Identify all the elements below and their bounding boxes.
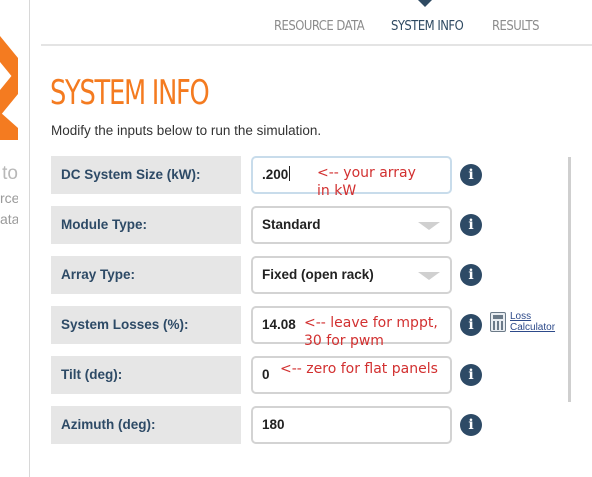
azimuth-input[interactable]: 180	[251, 406, 452, 444]
info-icon[interactable]: i	[460, 414, 482, 436]
module-type-value: Standard	[262, 217, 321, 232]
form-row-array-type: Array Type: Fixed (open rack) i	[51, 256, 551, 294]
form-row-system-losses: System Losses (%): 14.08 i	[51, 306, 551, 344]
tab-resource-data[interactable]: RESOURCE DATA	[274, 18, 365, 34]
dc-system-size-value: .200	[262, 167, 289, 182]
form-row-dc-system-size: DC System Size (kW): .200 i	[51, 156, 551, 194]
left-sidebar-strip: to rce ata	[0, 0, 30, 477]
azimuth-label: Azimuth (deg):	[51, 406, 241, 444]
logo-icon	[0, 36, 18, 140]
info-icon[interactable]: i	[460, 364, 482, 386]
array-type-select[interactable]: Fixed (open rack)	[251, 256, 452, 294]
annotation-tilt: <-- zero for flat panels	[280, 361, 438, 377]
info-icon[interactable]: i	[460, 164, 482, 186]
array-type-value: Fixed (open rack)	[262, 267, 374, 282]
module-type-select[interactable]: Standard	[251, 206, 452, 244]
system-losses-value: 14.08	[262, 317, 296, 332]
page-subtitle: Modify the inputs below to run the simul…	[51, 123, 322, 138]
loss-calculator-link[interactable]: Loss Calculator	[490, 311, 570, 339]
system-losses-label: System Losses (%):	[51, 306, 241, 344]
array-type-label: Array Type:	[51, 256, 241, 294]
info-icon[interactable]: i	[460, 214, 482, 236]
text-caret	[289, 166, 291, 181]
loss-calculator-label-2[interactable]: Calculator	[510, 322, 555, 333]
tab-system-info[interactable]: SYSTEM INFO	[391, 18, 464, 34]
annotation-losses-line1: <-- leave for mppt,	[304, 315, 438, 331]
module-type-label: Module Type:	[51, 206, 241, 244]
calculator-icon	[490, 312, 506, 332]
info-icon[interactable]: i	[460, 314, 482, 336]
active-tab-marker	[418, 0, 432, 7]
top-nav: RESOURCE DATA SYSTEM INFO RESULTS	[41, 0, 592, 46]
calculator-keys	[493, 321, 503, 330]
calculator-screen	[493, 315, 503, 319]
loss-calculator-label-1[interactable]: Loss	[510, 311, 531, 322]
info-icon[interactable]: i	[460, 264, 482, 286]
left-strip-text-1: to	[2, 163, 18, 184]
form-row-azimuth: Azimuth (deg): 180 i	[51, 406, 551, 444]
tilt-value: 0	[262, 367, 270, 382]
page-title: SYSTEM INFO	[50, 73, 210, 113]
form-row-module-type: Module Type: Standard i	[51, 206, 551, 244]
left-strip-text-3: ata	[0, 211, 18, 227]
dc-system-size-label: DC System Size (kW):	[51, 156, 241, 194]
azimuth-value: 180	[262, 417, 285, 432]
annotation-dc-size-line2: in kW	[317, 183, 357, 199]
chevron-down-icon	[418, 222, 440, 230]
scrollbar[interactable]	[568, 157, 571, 402]
tilt-label: Tilt (deg):	[51, 356, 241, 394]
chevron-down-icon	[418, 272, 440, 280]
annotation-losses-line2: 30 for pwm	[304, 333, 384, 349]
tab-results[interactable]: RESULTS	[492, 18, 540, 34]
left-strip-text-2: rce	[0, 190, 18, 206]
annotation-dc-size-line1: <-- your array	[317, 165, 416, 181]
